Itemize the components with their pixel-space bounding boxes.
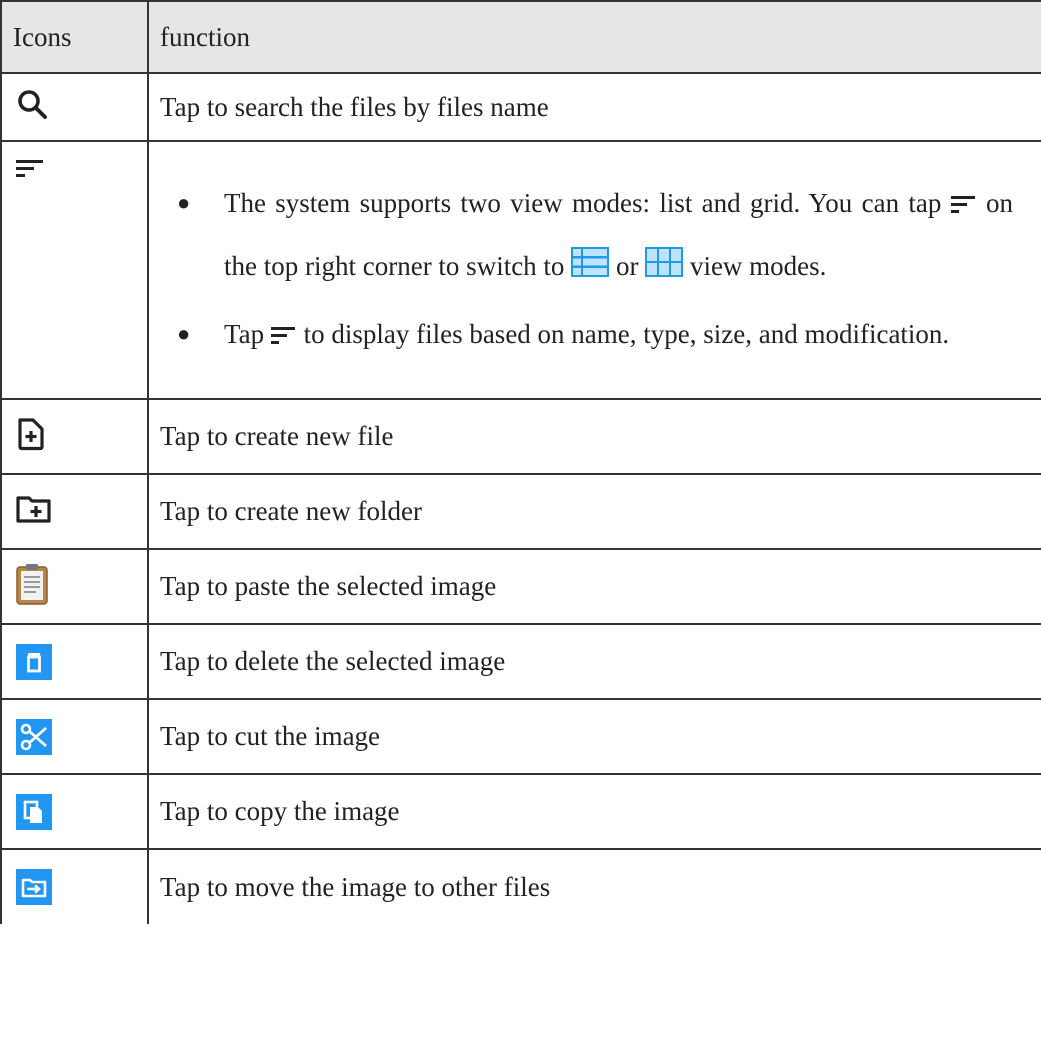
clipboard-icon (16, 563, 48, 610)
row-description: Tap to copy the image (147, 773, 1041, 850)
row-description: Tap to search the files by files name (147, 72, 1041, 142)
row-description: Tap to paste the selected image (147, 548, 1041, 625)
list-view-icon (571, 238, 610, 298)
bullet-list: ● The system supports two view modes: lis… (160, 173, 1041, 367)
scissors-icon (16, 718, 52, 755)
copy-icon (16, 793, 52, 830)
new-folder-icon (16, 494, 52, 529)
grid-view-icon (645, 238, 684, 298)
trash-icon (16, 643, 52, 680)
table-row: Tap to delete the selected image (0, 623, 1041, 700)
sort-icon (270, 307, 297, 367)
table-row: ● The system supports two view modes: lis… (0, 140, 1041, 400)
bullet-item: ● The system supports two view modes: lis… (160, 173, 1013, 299)
table-row: Tap to paste the selected image (0, 548, 1041, 625)
table-row: Tap to copy the image (0, 773, 1041, 850)
row-description: Tap to create new file (147, 398, 1041, 475)
table-row: Tap to move the image to other files (0, 848, 1041, 924)
move-icon (16, 869, 52, 905)
row-description: Tap to cut the image (147, 698, 1041, 775)
new-file-icon (16, 417, 46, 456)
search-icon (16, 88, 50, 127)
table-row: Tap to search the files by files name (0, 72, 1041, 142)
bullet-item: ● Tap to display files based on name, typ… (160, 304, 1013, 367)
header-icons: Icons (0, 0, 149, 74)
table-header-row: Icons function (0, 0, 1041, 74)
sort-icon (950, 176, 977, 236)
header-function: function (147, 0, 1041, 74)
row-description: Tap to delete the selected image (147, 623, 1041, 700)
row-description: Tap to create new folder (147, 473, 1041, 550)
row-description: Tap to move the image to other files (147, 848, 1041, 924)
table-row: Tap to create new folder (0, 473, 1041, 550)
table-row: Tap to create new file (0, 398, 1041, 475)
sort-icon (16, 158, 46, 185)
icon-function-table: Icons function Tap to search the files b… (0, 0, 1041, 924)
table-row: Tap to cut the image (0, 698, 1041, 775)
